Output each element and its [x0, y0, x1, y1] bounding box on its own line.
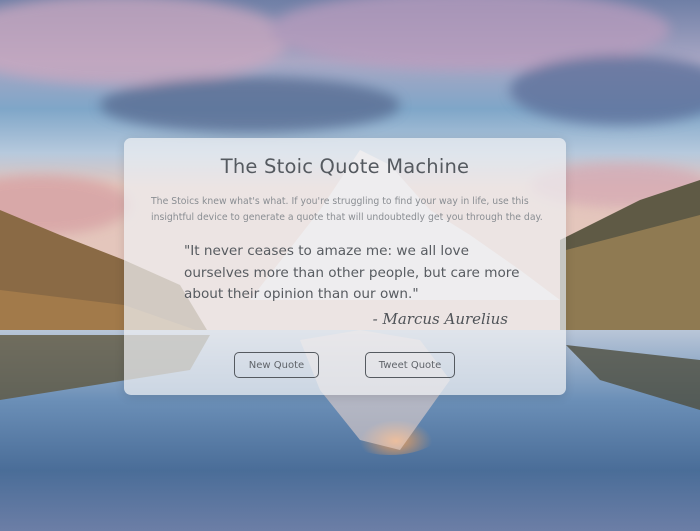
- quote-card: The Stoic Quote Machine The Stoics knew …: [124, 138, 566, 395]
- quote-author: - Marcus Aurelius: [372, 310, 508, 328]
- quote-text: "It never ceases to amaze me: we all lov…: [184, 243, 520, 302]
- new-quote-button[interactable]: New Quote: [234, 352, 319, 378]
- tweet-quote-button[interactable]: Tweet Quote: [365, 352, 455, 378]
- intro-text: The Stoics knew what's what. If you're s…: [151, 196, 543, 223]
- page-title: The Stoic Quote Machine: [220, 155, 470, 178]
